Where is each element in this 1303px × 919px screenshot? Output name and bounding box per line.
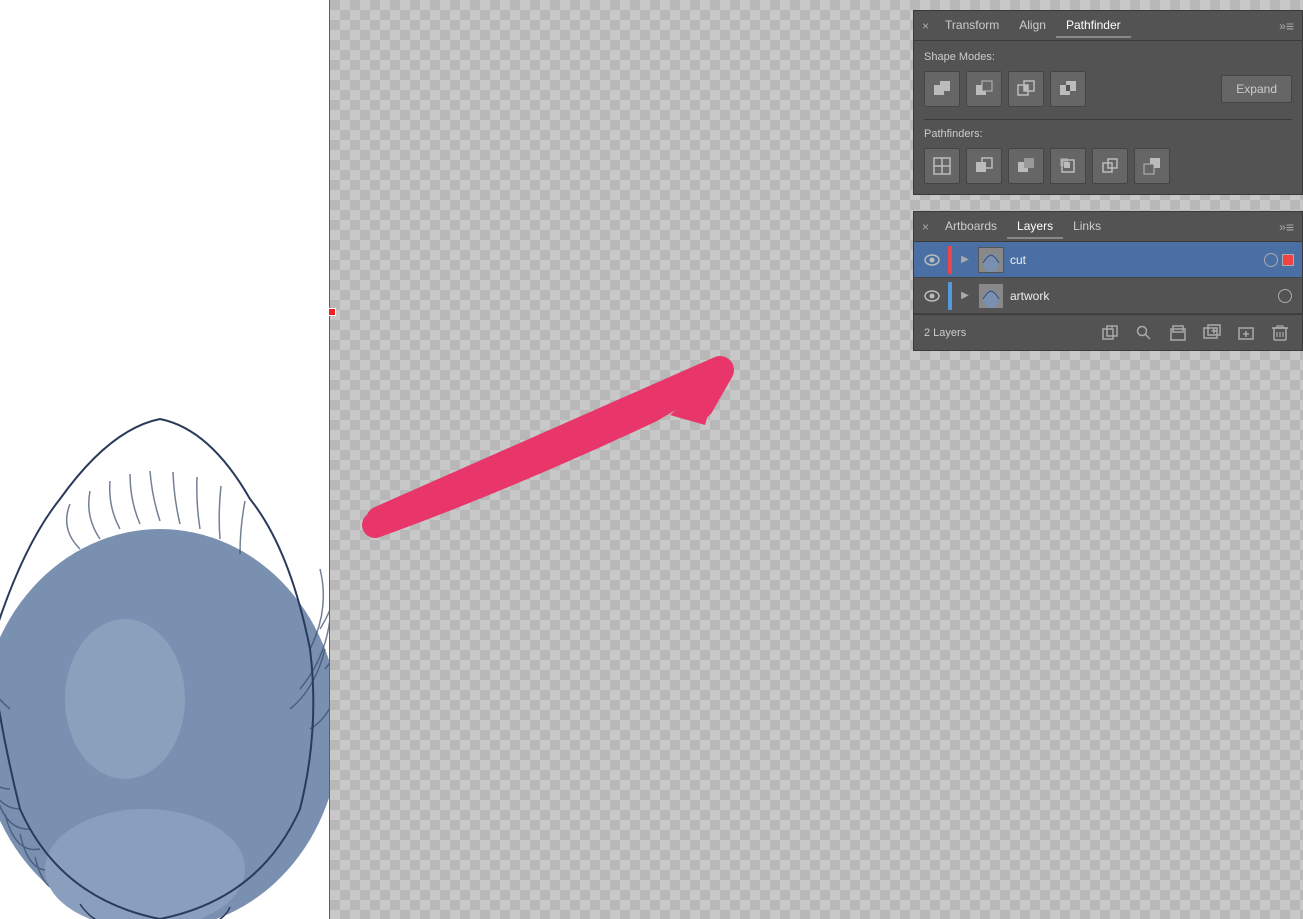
- pathfinder-close-button[interactable]: ×: [922, 19, 929, 33]
- document-page: [0, 0, 330, 919]
- layer-expand-cut[interactable]: ▶: [956, 251, 974, 269]
- divider: [924, 119, 1292, 120]
- new-layer-button[interactable]: [1234, 321, 1258, 345]
- exclude-button[interactable]: [1050, 71, 1086, 107]
- layers-close-button[interactable]: ×: [922, 220, 929, 234]
- layer-target-cut[interactable]: [1264, 253, 1278, 267]
- unite-button[interactable]: [924, 71, 960, 107]
- search-layers-button[interactable]: [1132, 321, 1156, 345]
- shape-modes-label: Shape Modes:: [924, 51, 1292, 63]
- pathfinders-label: Pathfinders:: [924, 128, 1292, 140]
- outline-button[interactable]: [1092, 148, 1128, 184]
- layers-menu-button[interactable]: ≡: [1286, 219, 1294, 235]
- trim-button[interactable]: [966, 148, 1002, 184]
- layers-panel-body: ▶ cut: [914, 242, 1302, 314]
- minus-front-button[interactable]: [966, 71, 1002, 107]
- tab-transform[interactable]: Transform: [935, 14, 1009, 38]
- layers-panel-header: × Artboards Layers Links » ≡: [914, 212, 1302, 242]
- layer-eye-cut[interactable]: [920, 248, 944, 272]
- selection-corner: [328, 308, 336, 316]
- layer-selected-cut: [1282, 254, 1294, 266]
- tab-layers[interactable]: Layers: [1007, 215, 1063, 239]
- tab-pathfinder[interactable]: Pathfinder: [1056, 14, 1131, 38]
- layers-tabs: Artboards Layers Links: [935, 215, 1275, 239]
- layers-footer: 2 Layers: [914, 314, 1302, 350]
- layer-thumb-cut: [978, 247, 1004, 273]
- layer-expand-artwork[interactable]: ▶: [956, 287, 974, 305]
- merge-button[interactable]: [1008, 148, 1044, 184]
- layer-target-artwork[interactable]: [1278, 289, 1292, 303]
- minus-back-button[interactable]: [1134, 148, 1170, 184]
- pathfinders-row: [924, 148, 1292, 184]
- new-sublayer-button[interactable]: [1200, 321, 1224, 345]
- layer-name-artwork: artwork: [1010, 289, 1278, 303]
- pathfinder-panel-body: Shape Modes:: [914, 41, 1302, 194]
- layer-color-cut: [948, 246, 952, 274]
- delete-layer-button[interactable]: [1268, 321, 1292, 345]
- tab-artboards[interactable]: Artboards: [935, 215, 1007, 239]
- tab-links[interactable]: Links: [1063, 215, 1111, 239]
- pathfinder-tabs: Transform Align Pathfinder: [935, 14, 1275, 38]
- layer-name-cut: cut: [1010, 253, 1264, 267]
- panels-container: × Transform Align Pathfinder » ≡ Shape M…: [903, 0, 1303, 919]
- pathfinder-menu-button[interactable]: ≡: [1286, 18, 1294, 34]
- layer-color-artwork: [948, 282, 952, 310]
- pathfinder-panel: × Transform Align Pathfinder » ≡ Shape M…: [913, 10, 1303, 195]
- divide-button[interactable]: [924, 148, 960, 184]
- crop-button[interactable]: [1050, 148, 1086, 184]
- layers-panel: × Artboards Layers Links » ≡ ▶: [913, 211, 1303, 351]
- collect-in-new-layer-button[interactable]: [1166, 321, 1190, 345]
- layer-row-artwork[interactable]: ▶ artwork: [914, 278, 1302, 314]
- layer-eye-artwork[interactable]: [920, 284, 944, 308]
- intersect-button[interactable]: [1008, 71, 1044, 107]
- shape-modes-row: Expand: [924, 71, 1292, 107]
- artwork-illustration: [0, 49, 330, 919]
- make-clipping-mask-button[interactable]: [1098, 321, 1122, 345]
- expand-button[interactable]: Expand: [1221, 75, 1292, 103]
- layers-collapse-button[interactable]: »: [1279, 220, 1286, 234]
- pathfinder-collapse-button[interactable]: »: [1279, 19, 1286, 33]
- tab-align[interactable]: Align: [1009, 14, 1056, 38]
- panel-spacer: [903, 195, 1303, 203]
- layers-count: 2 Layers: [924, 327, 1088, 339]
- layer-row-cut[interactable]: ▶ cut: [914, 242, 1302, 278]
- layer-thumb-artwork: [978, 283, 1004, 309]
- pathfinder-panel-header: × Transform Align Pathfinder » ≡: [914, 11, 1302, 41]
